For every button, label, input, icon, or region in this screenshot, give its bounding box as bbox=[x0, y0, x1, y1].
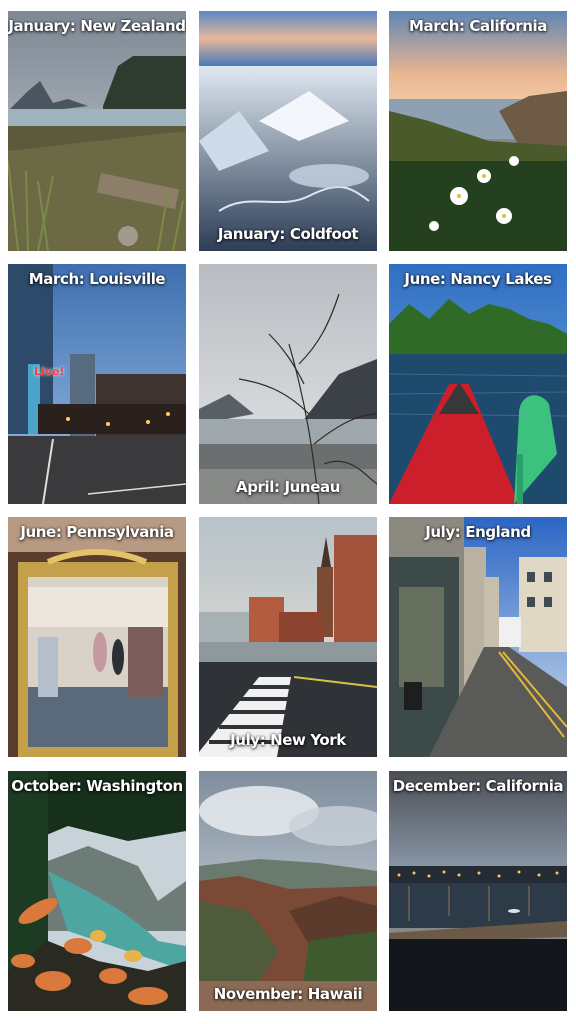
tile-caption: April: Juneau bbox=[236, 478, 340, 496]
nancy-lakes-photo bbox=[389, 264, 567, 504]
tile-caption: November: Hawaii bbox=[213, 985, 363, 1003]
photo-tile-new-york: July: New York bbox=[199, 517, 377, 757]
tile-caption: June: Nancy Lakes bbox=[404, 270, 552, 288]
tile-caption: January: New Zealand bbox=[8, 17, 186, 35]
photo-tile-hawaii: November: Hawaii bbox=[199, 771, 377, 1011]
photo-collage-grid: January: New Zealand January: Coldfoot M… bbox=[0, 0, 576, 1024]
tile-caption: March: California bbox=[408, 17, 548, 35]
tile-caption: June: Pennsylvania bbox=[20, 523, 174, 541]
louisville-photo bbox=[8, 264, 186, 504]
photo-tile-england: July: England bbox=[389, 517, 567, 757]
tile-caption: January: Coldfoot bbox=[217, 225, 359, 243]
december-california-photo bbox=[389, 771, 567, 1011]
photo-tile-march-california: March: California bbox=[389, 11, 567, 251]
coldfoot-photo bbox=[199, 11, 377, 251]
new-zealand-photo bbox=[8, 11, 186, 251]
england-photo bbox=[389, 517, 567, 757]
photo-tile-december-california: December: California bbox=[389, 771, 567, 1011]
hawaii-photo bbox=[199, 771, 377, 1011]
photo-tile-new-zealand: January: New Zealand bbox=[8, 11, 186, 251]
tile-caption: July: England bbox=[425, 523, 531, 541]
photo-tile-coldfoot: January: Coldfoot bbox=[199, 11, 377, 251]
juneau-photo bbox=[199, 264, 377, 504]
tile-caption: October: Washington bbox=[11, 777, 183, 795]
tile-caption: March: Louisville bbox=[28, 270, 166, 288]
photo-tile-louisville: Live! March: Louisville bbox=[8, 264, 186, 504]
photo-tile-juneau: April: Juneau bbox=[199, 264, 377, 504]
march-california-photo bbox=[389, 11, 567, 251]
photo-tile-pennsylvania: June: Pennsylvania bbox=[8, 517, 186, 757]
live-sign: Live! bbox=[34, 365, 65, 378]
washington-photo bbox=[8, 771, 186, 1011]
new-york-photo bbox=[199, 517, 377, 757]
photo-tile-washington: October: Washington bbox=[8, 771, 186, 1011]
tile-caption: December: California bbox=[392, 777, 564, 795]
pennsylvania-photo bbox=[8, 517, 186, 757]
photo-tile-nancy-lakes: June: Nancy Lakes bbox=[389, 264, 567, 504]
tile-caption: July: New York bbox=[230, 731, 346, 749]
